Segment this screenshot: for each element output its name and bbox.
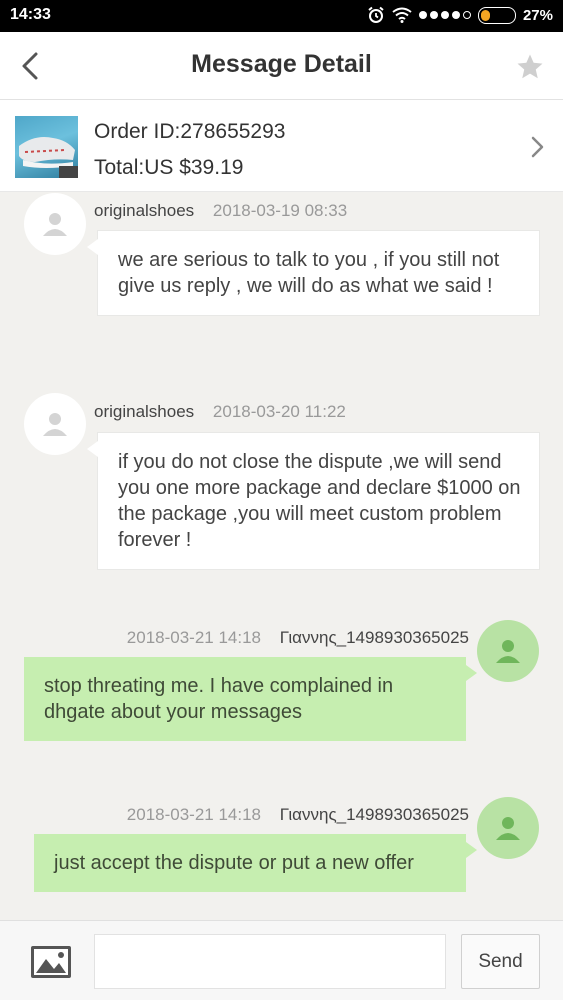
signal-dot: [462, 11, 471, 19]
message-timestamp: 2018-03-21 14:18: [126, 805, 262, 824]
message-bubble-incoming: if you do not close the dispute ,we will…: [87, 432, 540, 570]
wifi-icon: [392, 7, 412, 23]
status-icons: 27%: [367, 6, 553, 24]
order-summary[interactable]: Order ID:278655293 Total:US $39.19: [0, 100, 563, 192]
user-icon: [43, 213, 67, 236]
my-avatar: [477, 797, 539, 859]
sender-avatar: [24, 393, 86, 455]
star-icon[interactable]: [515, 52, 545, 82]
message-meta: 2018-03-21 14:18 Γιαννης_1498930365025: [127, 805, 469, 825]
message-meta: 2018-03-21 14:18 Γιαννης_1498930365025: [127, 628, 469, 648]
user-icon: [496, 817, 520, 840]
sender-name: Γιαννης_1498930365025: [279, 805, 469, 824]
user-icon: [43, 413, 67, 436]
compose-bar: Send: [0, 920, 563, 1000]
signal-strength: [418, 11, 471, 19]
page-title: Message Detail: [191, 50, 372, 78]
message-list[interactable]: originalshoes 2018-03-19 08:33 we are se…: [0, 193, 563, 920]
send-button[interactable]: Send: [461, 934, 540, 989]
message-bubble-outgoing: stop threating me. I have complained in …: [24, 657, 477, 741]
battery-percent: 27%: [522, 6, 553, 24]
sender-name: originalshoes: [94, 402, 195, 421]
message-timestamp: 2018-03-21 14:18: [126, 628, 262, 647]
message-input[interactable]: [94, 934, 446, 989]
message-timestamp: 2018-03-20 11:22: [212, 402, 346, 421]
message-text: stop threating me. I have complained in …: [44, 675, 394, 723]
signal-dot: [440, 11, 449, 19]
message-bubble-outgoing: just accept the dispute or put a new off…: [34, 834, 477, 892]
signal-dot: [451, 11, 460, 19]
message-text: just accept the dispute or put a new off…: [54, 852, 414, 874]
my-avatar: [477, 620, 539, 682]
message-text: if you do not close the dispute ,we will…: [118, 451, 521, 551]
order-total: Total:US $39.19: [94, 156, 244, 179]
signal-dot: [418, 11, 427, 19]
message-text: we are serious to talk to you , if you s…: [118, 249, 500, 297]
image-icon[interactable]: [30, 945, 72, 979]
app-header: Message Detail: [0, 32, 563, 100]
chevron-right-icon: [531, 136, 544, 158]
product-thumbnail: [15, 116, 78, 178]
alarm-clock-icon: [368, 6, 384, 23]
message-meta: originalshoes 2018-03-19 08:33: [94, 201, 347, 221]
sender-name: Γιαννης_1498930365025: [279, 628, 469, 647]
sender-avatar: [24, 193, 86, 255]
order-id: Order ID:278655293: [94, 120, 286, 143]
status-bar: 14:33 27%: [0, 0, 563, 32]
user-icon: [496, 640, 520, 663]
message-bubble-incoming: we are serious to talk to you , if you s…: [87, 230, 540, 316]
message-meta: originalshoes 2018-03-20 11:22: [94, 402, 346, 422]
signal-dot: [429, 11, 438, 19]
battery-icon: [477, 6, 516, 24]
sender-name: originalshoes: [94, 201, 195, 220]
message-timestamp: 2018-03-19 08:33: [212, 201, 348, 220]
status-time: 14:33: [10, 6, 51, 23]
